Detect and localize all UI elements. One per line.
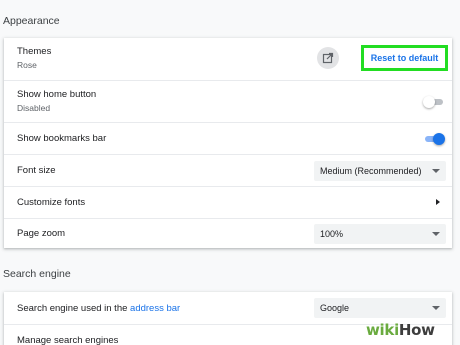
page-zoom-label: Page zoom [17, 228, 66, 239]
bookmarks-bar-label: Show bookmarks bar [17, 133, 107, 144]
search-engine-row: Search engine used in the address bar Go… [4, 292, 452, 324]
settings-page: Appearance Themes Rose Reset to default … [0, 0, 460, 345]
page-zoom-selected: 100% [320, 229, 344, 239]
themes-value: Rose [17, 60, 37, 70]
open-in-new-icon [322, 52, 334, 64]
page-zoom-select[interactable]: 100% [314, 224, 446, 244]
customize-fonts-label: Customize fonts [17, 197, 86, 208]
bookmarks-bar-row[interactable]: Show bookmarks bar [4, 122, 452, 154]
dropdown-arrow-icon [432, 306, 440, 310]
font-size-row: Font size Medium (Recommended) [4, 154, 452, 186]
watermark-part2: How [398, 321, 435, 339]
customize-fonts-row[interactable]: Customize fonts [4, 186, 452, 218]
search-engine-label: Search engine used in the address bar [17, 303, 180, 314]
dropdown-arrow-icon [432, 232, 440, 236]
font-size-selected: Medium (Recommended) [320, 166, 422, 176]
toggle-knob [423, 96, 435, 108]
home-button-status: Disabled [17, 103, 51, 113]
address-bar-link[interactable]: address bar [130, 303, 180, 314]
search-engine-selected: Google [320, 303, 350, 313]
font-size-label: Font size [17, 165, 56, 176]
home-button-label: Show home button [17, 89, 97, 100]
themes-label: Themes [17, 46, 52, 57]
toggle-knob [433, 133, 445, 145]
home-button-row[interactable]: Show home button Disabled [4, 80, 452, 122]
appearance-card: Themes Rose Reset to default Show home b… [4, 38, 452, 248]
bookmarks-bar-toggle[interactable] [423, 133, 445, 145]
wikihow-watermark: wikiHow [366, 321, 435, 339]
search-engine-section-title: Search engine [3, 268, 71, 280]
home-button-toggle[interactable] [423, 96, 445, 108]
open-theme-button[interactable] [317, 47, 339, 69]
manage-search-engines-label: Manage search engines [17, 335, 119, 345]
themes-row: Themes Rose Reset to default [4, 38, 452, 80]
dropdown-arrow-icon [432, 169, 440, 173]
appearance-section-title: Appearance [3, 15, 60, 27]
chevron-right-icon [436, 199, 440, 205]
search-engine-label-text: Search engine used in the [17, 303, 131, 314]
reset-to-default-button[interactable]: Reset to default [361, 45, 448, 71]
page-zoom-row: Page zoom 100% [4, 218, 452, 248]
font-size-select[interactable]: Medium (Recommended) [314, 161, 446, 181]
watermark-part1: wiki [366, 321, 399, 339]
search-engine-select[interactable]: Google [314, 298, 446, 318]
